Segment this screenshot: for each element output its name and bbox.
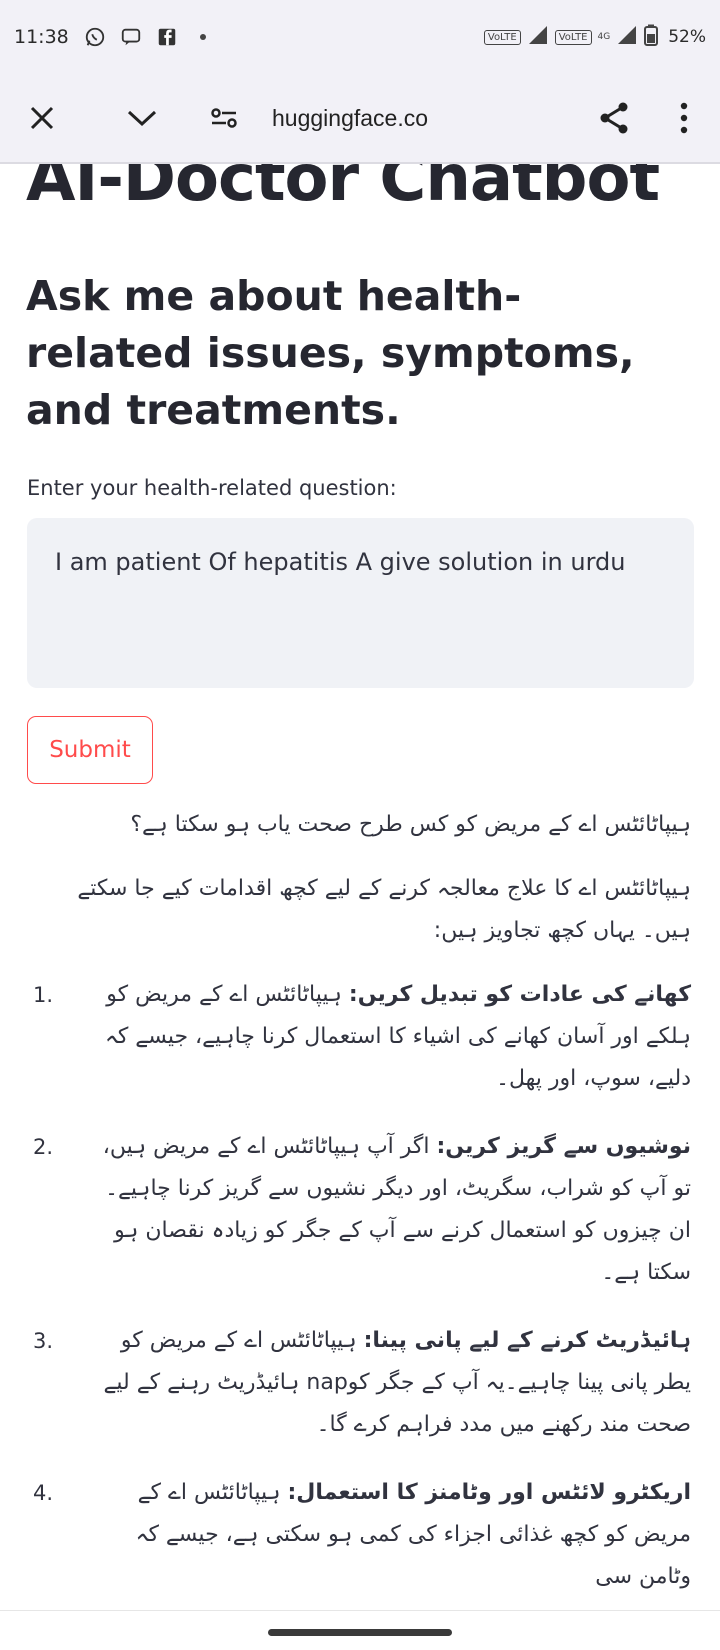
submit-button[interactable]: Submit (27, 716, 153, 784)
list-item-number: 4. (33, 1481, 54, 1505)
answer-list: 1. کھانے کی عادات کو تبدیل کریں: ہیپاٹائ… (27, 974, 691, 1598)
list-item: 4. اریکٹرو لائٹس اور وٹامنز کا استعمال: … (27, 1472, 691, 1598)
facebook-icon (155, 25, 179, 49)
signal-icon-2 (616, 24, 638, 51)
signal-icon (527, 24, 549, 51)
answer-output: ہیپاٹائٹس اے کے مریض کو کس طرح صحت یاب ہ… (27, 804, 691, 1610)
battery-icon (644, 24, 659, 51)
question-label: Enter your health-related question: (27, 476, 397, 500)
site-settings-button[interactable] (200, 94, 248, 142)
list-item: 2. نوشیوں سے گریز کریں: اگر آپ ہیپاٹائٹس… (27, 1126, 691, 1294)
volte-badge-2: VoLTE (554, 29, 592, 45)
list-item: 3. ہائیڈریٹ کرنے کے لیے پانی پینا: ہیپاٹ… (27, 1320, 691, 1446)
question-input[interactable]: I am patient Of hepatitis A give solutio… (27, 518, 694, 688)
url-text[interactable]: huggingface.co (272, 105, 428, 132)
share-icon (600, 102, 628, 134)
tune-icon (211, 108, 237, 128)
home-gesture-handle[interactable] (268, 1629, 452, 1636)
volte-badge: VoLTE (483, 29, 521, 45)
messenger-icon (119, 25, 143, 49)
notification-icons (83, 25, 215, 49)
list-item-number: 3. (33, 1329, 54, 1353)
share-button[interactable] (590, 94, 638, 142)
list-item-title: کھانے کی عادات کو تبدیل کریں: (348, 982, 691, 1007)
list-item: 1. کھانے کی عادات کو تبدیل کریں: ہیپاٹائ… (27, 974, 691, 1100)
minimize-button[interactable] (118, 94, 166, 142)
page-title: AI-Doctor Chatbot (26, 164, 660, 216)
more-notifications-dot-icon (191, 25, 215, 49)
answer-question: ہیپاٹائٹس اے کے مریض کو کس طرح صحت یاب ہ… (130, 812, 691, 837)
network-type: 4G (597, 32, 611, 42)
close-icon (30, 106, 54, 130)
list-item-title: نوشیوں سے گریز کریں: (436, 1134, 691, 1159)
page-subtitle: Ask me about health-related issues, symp… (26, 272, 635, 434)
status-time: 11:38 (14, 26, 69, 48)
list-item-title: اریکٹرو لائٹس اور وٹامنز کا استعمال: (287, 1480, 691, 1505)
navigation-bar (0, 1610, 720, 1650)
more-options-button[interactable] (660, 94, 708, 142)
list-item-number: 2. (33, 1135, 54, 1159)
list-item-title: ہائیڈریٹ کرنے کے لیے پانی پینا: (363, 1328, 691, 1353)
answer-intro: ہیپاٹائٹس اے کا علاج معالجہ کرنے کے لیے … (77, 876, 691, 943)
more-vert-icon (680, 102, 688, 134)
battery-percent: 52% (668, 27, 706, 47)
system-status: VoLTE VoLTE 4G 52% (483, 24, 706, 51)
status-bar: 11:38 VoLTE VoLTE 4G 52% (0, 0, 720, 74)
whatsapp-icon (83, 25, 107, 49)
browser-toolbar: huggingface.co (0, 74, 720, 164)
chevron-down-icon (127, 110, 157, 127)
close-tab-button[interactable] (18, 94, 66, 142)
page-content: AI-Doctor Chatbot Ask me about health-re… (0, 164, 720, 1610)
list-item-number: 1. (33, 983, 54, 1007)
